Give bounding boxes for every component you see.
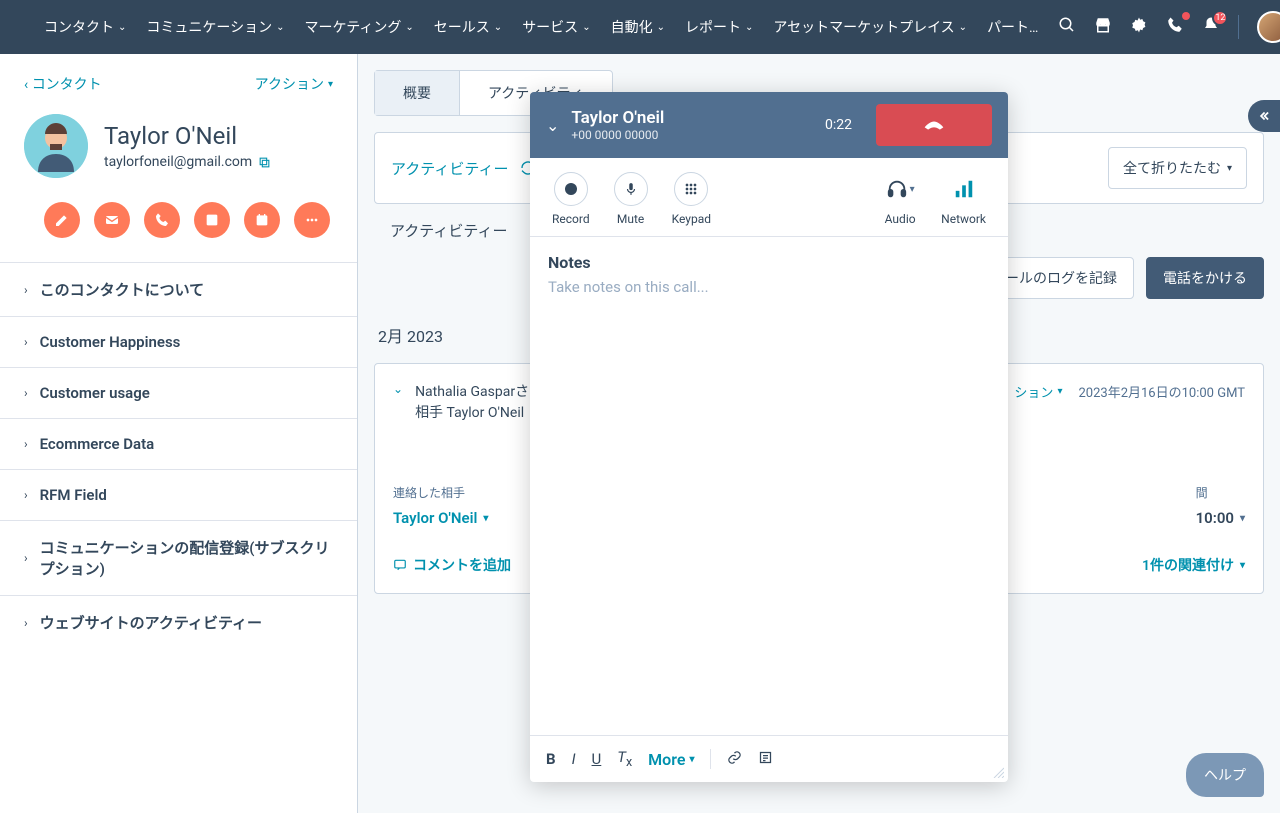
settings-icon[interactable]	[1130, 16, 1148, 38]
copy-icon[interactable]	[258, 156, 271, 169]
section-rfm[interactable]: ›RFM Field	[0, 469, 357, 520]
activity-timestamp: 2023年2月16日の10:00 GMT	[1078, 382, 1245, 401]
top-nav: コンタクト⌄ コミュニケーション⌄ マーケティング⌄ セールス⌄ サービス⌄ 自…	[0, 0, 1280, 54]
contact-profile: Taylor O'Neil taylorfoneil@gmail.com	[0, 102, 357, 198]
snippet-button[interactable]	[758, 750, 773, 769]
nav-partner[interactable]: パート…	[979, 11, 1046, 43]
editor-toolbar: B I U Tx More▾	[530, 735, 1008, 782]
nav-service[interactable]: サービス⌄	[514, 11, 598, 43]
time-value[interactable]: 10:00▾	[1196, 509, 1245, 527]
contacted-value[interactable]: Taylor O'Neil▾	[393, 509, 488, 527]
clear-format-button[interactable]: Tx	[617, 748, 632, 770]
time-field: 間 10:00▾	[1196, 484, 1245, 527]
tab-overview[interactable]: 概要	[375, 71, 460, 115]
call-controls: Record Mute Keypad ▾ Audio Network	[530, 158, 1008, 237]
call-header: ⌄ Taylor O'neil +00 0000 00000 0:22	[530, 92, 1008, 158]
nav-automation[interactable]: 自動化⌄	[603, 11, 673, 43]
notification-badge: 12	[1212, 10, 1228, 26]
make-call-button[interactable]: 電話をかける	[1146, 257, 1264, 299]
link-button[interactable]	[727, 750, 742, 769]
nav-marketplace[interactable]: アセットマーケットプレイス⌄	[765, 11, 975, 43]
notifications-icon[interactable]: 12	[1202, 16, 1220, 38]
log-button[interactable]	[194, 202, 230, 238]
note-button[interactable]	[44, 202, 80, 238]
sidebar-actions-menu[interactable]: アクション ▾	[255, 74, 333, 94]
record-button[interactable]: Record	[552, 172, 590, 226]
call-panel: ⌄ Taylor O'neil +00 0000 00000 0:22 Reco…	[530, 92, 1008, 782]
user-avatar[interactable]	[1257, 11, 1280, 43]
contact-sidebar: ‹ コンタクト アクション ▾ Taylor O'Neil taylorfone…	[0, 54, 358, 813]
contact-name: Taylor O'Neil	[104, 122, 271, 150]
nav-sales[interactable]: セールス⌄	[426, 11, 510, 43]
audio-button[interactable]: ▾ Audio	[883, 172, 917, 226]
resize-handle[interactable]	[992, 766, 1004, 778]
marketplace-icon[interactable]	[1094, 16, 1112, 38]
help-button[interactable]: ヘルプ	[1186, 753, 1264, 797]
mute-button[interactable]: Mute	[614, 172, 648, 226]
collapse-all-button[interactable]: 全て折りたたむ▾	[1108, 147, 1247, 189]
activity-title: Nathalia Gasparさ 相手 Taylor O'Neil	[415, 382, 529, 424]
task-button[interactable]	[244, 202, 280, 238]
keypad-button[interactable]: Keypad	[672, 172, 711, 226]
contact-email: taylorfoneil@gmail.com	[104, 154, 271, 170]
contacted-field: 連絡した相手 Taylor O'Neil▾	[393, 484, 488, 527]
nav-items: コンタクト⌄ コミュニケーション⌄ マーケティング⌄ セールス⌄ サービス⌄ 自…	[36, 11, 1046, 43]
nav-marketing[interactable]: マーケティング⌄	[297, 11, 422, 43]
activity-action-menu[interactable]: ション ▾	[1014, 382, 1062, 401]
nav-contacts[interactable]: コンタクト⌄	[36, 11, 134, 43]
activity-filter[interactable]: アクティビティー	[391, 158, 508, 179]
section-website[interactable]: ›ウェブサイトのアクティビティー	[0, 595, 357, 649]
contact-avatar[interactable]	[24, 114, 88, 178]
more-button[interactable]	[294, 202, 330, 238]
section-subscription[interactable]: ›コミュニケーションの配信登録(サブスクリプション)	[0, 520, 357, 595]
email-button[interactable]	[94, 202, 130, 238]
section-usage[interactable]: ›Customer usage	[0, 367, 357, 418]
comment-icon	[393, 558, 407, 572]
call-button[interactable]	[144, 202, 180, 238]
back-to-contacts[interactable]: ‹ コンタクト	[24, 74, 102, 94]
hangup-button[interactable]	[876, 104, 992, 146]
right-panel-toggle[interactable]	[1248, 100, 1280, 132]
add-comment-link[interactable]: コメントを追加	[393, 555, 511, 575]
underline-button[interactable]: U	[592, 750, 602, 768]
network-button[interactable]: Network	[941, 172, 986, 226]
italic-button[interactable]: I	[572, 750, 576, 768]
section-happiness[interactable]: ›Customer Happiness	[0, 316, 357, 367]
nav-communication[interactable]: コミュニケーション⌄	[138, 11, 292, 43]
bold-button[interactable]: B	[546, 750, 556, 768]
call-timer: 0:22	[825, 117, 852, 133]
associations-link[interactable]: 1件の関連付け▾	[1142, 555, 1245, 575]
phone-icon[interactable]	[1166, 16, 1184, 38]
section-ecommerce[interactable]: ›Ecommerce Data	[0, 418, 357, 469]
notes-section[interactable]: Notes Take notes on this call...	[530, 237, 1008, 735]
minimize-icon[interactable]: ⌄	[546, 116, 559, 135]
section-about[interactable]: ›このコンタクトについて	[0, 262, 357, 316]
more-format-button[interactable]: More▾	[648, 750, 694, 769]
notes-heading: Notes	[548, 253, 990, 272]
quick-actions	[0, 198, 357, 262]
call-phone-number: +00 0000 00000	[571, 128, 813, 142]
search-icon[interactable]	[1058, 16, 1076, 38]
call-contact-name: Taylor O'neil	[571, 108, 813, 128]
collapse-caret-icon[interactable]: ⌄	[393, 382, 403, 424]
nav-icons: 12 ⌄	[1058, 11, 1280, 43]
nav-reports[interactable]: レポート⌄	[677, 11, 761, 43]
notes-placeholder: Take notes on this call...	[548, 278, 990, 296]
